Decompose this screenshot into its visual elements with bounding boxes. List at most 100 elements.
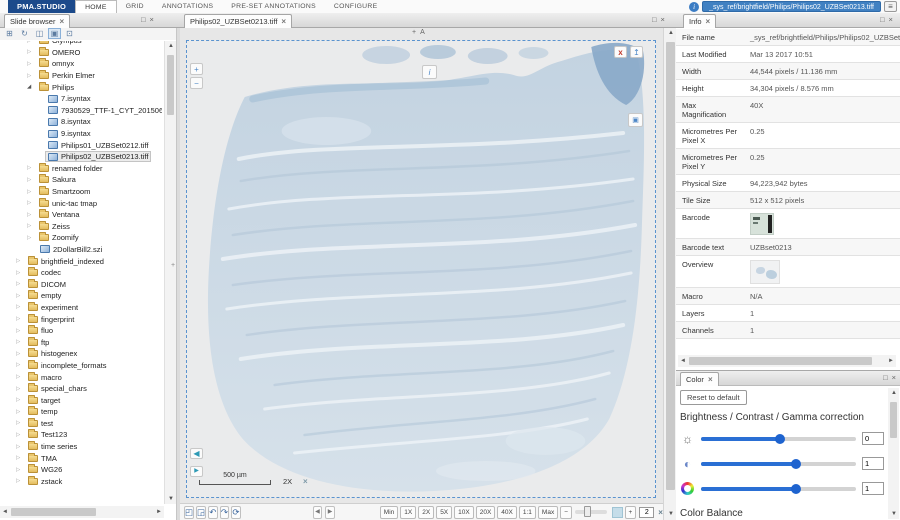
collapsed-arrow-icon[interactable]: ▷: [27, 165, 36, 171]
panels-icon[interactable]: ⊡: [63, 28, 76, 39]
arrow-up-icon[interactable]: ↥: [630, 46, 643, 58]
zoom-in-button[interactable]: +: [190, 63, 203, 75]
tree-item-ventana[interactable]: ▷Ventana: [0, 209, 162, 221]
close-icon[interactable]: ×: [708, 376, 713, 384]
expanded-arrow-icon[interactable]: ◢: [27, 84, 36, 90]
contrast-slider-track[interactable]: [701, 462, 856, 466]
grid-view-icon[interactable]: ⊞: [3, 28, 16, 39]
zoom-preset-20x[interactable]: 20X: [476, 506, 496, 519]
tree-item-9-isyntax[interactable]: 9.isyntax: [0, 128, 162, 140]
tree-horizontal-scrollbar[interactable]: ◄ ►: [0, 506, 164, 518]
tree-item-philips[interactable]: ◢Philips: [0, 81, 162, 93]
collapsed-arrow-icon[interactable]: ▷: [27, 223, 36, 229]
collapsed-arrow-icon[interactable]: ▷: [27, 73, 36, 79]
maximize-icon[interactable]: □: [652, 15, 657, 24]
zoom-preset-min[interactable]: Min: [380, 506, 398, 519]
scroll-left-icon[interactable]: ◄: [680, 358, 686, 364]
collapsed-arrow-icon[interactable]: ▷: [16, 304, 25, 310]
slide-info-button[interactable]: i: [422, 65, 437, 79]
collapsed-arrow-icon[interactable]: ▷: [16, 339, 25, 345]
prev-slide-button[interactable]: ◀: [190, 448, 203, 459]
tree-item-sakura[interactable]: ▷Sakura: [0, 174, 162, 186]
tree-item-special-chars[interactable]: ▷special_chars: [0, 383, 162, 395]
tree-vertical-scrollbar[interactable]: ▲ ▼: [164, 41, 176, 504]
session-menu-icon[interactable]: ≡: [884, 1, 897, 12]
close-icon[interactable]: ×: [281, 18, 286, 26]
zoom-preset-40x[interactable]: 40X: [497, 506, 517, 519]
collapsed-arrow-icon[interactable]: ▷: [16, 444, 25, 450]
collapsed-arrow-icon[interactable]: ▷: [16, 258, 25, 264]
fit-screen-icon[interactable]: ◰: [184, 506, 194, 519]
tree-item-test123[interactable]: ▷Test123: [0, 429, 162, 441]
zoom-preset-10x[interactable]: 10X: [454, 506, 474, 519]
scroll-down-icon[interactable]: ▼: [891, 511, 897, 517]
tree-item-ftp[interactable]: ▷ftp: [0, 336, 162, 348]
tree-item-fluo[interactable]: ▷fluo: [0, 325, 162, 337]
zoom-preset-5x[interactable]: 5X: [436, 506, 452, 519]
tree-item-unic-tac-tmap[interactable]: ▷unic-tac tmap: [0, 197, 162, 209]
tree-item-wg26[interactable]: ▷WG26: [0, 464, 162, 476]
tree-item-zoomify[interactable]: ▷Zoomify: [0, 232, 162, 244]
barcode-thumbnail[interactable]: [750, 213, 774, 235]
scrollbar-thumb[interactable]: [689, 357, 872, 365]
maximize-icon[interactable]: □: [141, 15, 146, 24]
gamma-value-input[interactable]: [862, 482, 884, 495]
zoom-indicator-close-icon[interactable]: ×: [303, 477, 308, 486]
zoom-value-input[interactable]: [639, 507, 654, 518]
export-icon[interactable]: ◫: [33, 28, 46, 39]
collapsed-arrow-icon[interactable]: ▷: [16, 409, 25, 415]
app-logo[interactable]: PMA.STUDIO: [8, 0, 75, 13]
scrollbar-thumb[interactable]: [11, 508, 96, 516]
collapsed-arrow-icon[interactable]: ▷: [16, 455, 25, 461]
tree-item-codec[interactable]: ▷codec: [0, 267, 162, 279]
refresh-icon[interactable]: ↻: [18, 28, 31, 39]
collapsed-arrow-icon[interactable]: ▷: [16, 328, 25, 334]
reset-to-default-button[interactable]: Reset to default: [680, 390, 747, 405]
tree-item-test[interactable]: ▷test: [0, 418, 162, 430]
tree-item-dicom[interactable]: ▷DICOM: [0, 278, 162, 290]
tab-info[interactable]: Info ×: [683, 14, 716, 28]
close-icon[interactable]: ×: [150, 15, 154, 24]
zoom-slider[interactable]: [575, 510, 607, 514]
tree-item-7-isyntax[interactable]: 7.isyntax: [0, 93, 162, 105]
collapsed-arrow-icon[interactable]: ▷: [27, 189, 36, 195]
info-horizontal-scrollbar[interactable]: ◄ ►: [678, 355, 896, 367]
toolbar-close-icon[interactable]: ×: [658, 508, 663, 517]
collapsed-arrow-icon[interactable]: ▷: [16, 397, 25, 403]
info-circle-icon[interactable]: i: [689, 2, 699, 12]
thumbnails-icon[interactable]: ▣: [48, 28, 61, 39]
tree-item-renamed-folder[interactable]: ▷renamed folder: [0, 163, 162, 175]
scrollbar-thumb[interactable]: [890, 402, 897, 438]
menu-tab-pre-set-annotations[interactable]: PRE-SET ANNOTATIONS: [222, 0, 325, 13]
rotate-ccw-icon[interactable]: ↶: [208, 506, 218, 519]
collapsed-arrow-icon[interactable]: ▷: [16, 316, 25, 322]
tree-item-tma[interactable]: ▷TMA: [0, 452, 162, 464]
zoom-preset-1x[interactable]: 1X: [400, 506, 416, 519]
zoom-slider-thumb[interactable]: [584, 506, 591, 517]
tree-item-philips02-uzbset0213-tiff[interactable]: Philips02_UZBSet0213.tiff: [0, 151, 162, 163]
collapsed-arrow-icon[interactable]: ▷: [16, 293, 25, 299]
scroll-up-icon[interactable]: ▲: [891, 390, 897, 396]
tree-item-2dollarbill2-szi[interactable]: 2DollarBill2.szi: [0, 244, 162, 256]
collapsed-arrow-icon[interactable]: ▷: [27, 200, 36, 206]
zoom-preset-2x[interactable]: 2X: [418, 506, 434, 519]
splitter-handle[interactable]: +: [171, 262, 175, 269]
brightness-slider-thumb[interactable]: [775, 434, 785, 444]
menu-tab-home[interactable]: HOME: [75, 0, 117, 13]
gamma-slider-thumb[interactable]: [791, 484, 801, 494]
scroll-up-icon[interactable]: ▲: [168, 43, 174, 49]
close-icon[interactable]: ×: [661, 15, 665, 24]
brightness-value-input[interactable]: [862, 432, 884, 445]
tab-color[interactable]: Color ×: [680, 372, 719, 386]
slide-viewport[interactable]: + − i x ↥ ▣ ◀ ▶ 500 µm 2X ×: [186, 40, 656, 498]
tree-item-fingerprint[interactable]: ▷fingerprint: [0, 313, 162, 325]
tree-item-perkin-elmer[interactable]: ▷Perkin Elmer: [0, 70, 162, 82]
tree-item-omero[interactable]: ▷OMERO: [0, 47, 162, 59]
menu-tab-configure[interactable]: CONFIGURE: [325, 0, 386, 13]
collapsed-arrow-icon[interactable]: ▷: [27, 212, 36, 218]
zoom-preset-1-1[interactable]: 1:1: [519, 506, 536, 519]
scroll-down-icon[interactable]: ▼: [168, 496, 174, 502]
tab-viewer-slide[interactable]: Philips02_UZBSet0213.tiff ×: [184, 14, 292, 28]
zoom-slider-minus-button[interactable]: −: [560, 506, 572, 519]
scroll-left-icon[interactable]: ◄: [2, 509, 8, 515]
